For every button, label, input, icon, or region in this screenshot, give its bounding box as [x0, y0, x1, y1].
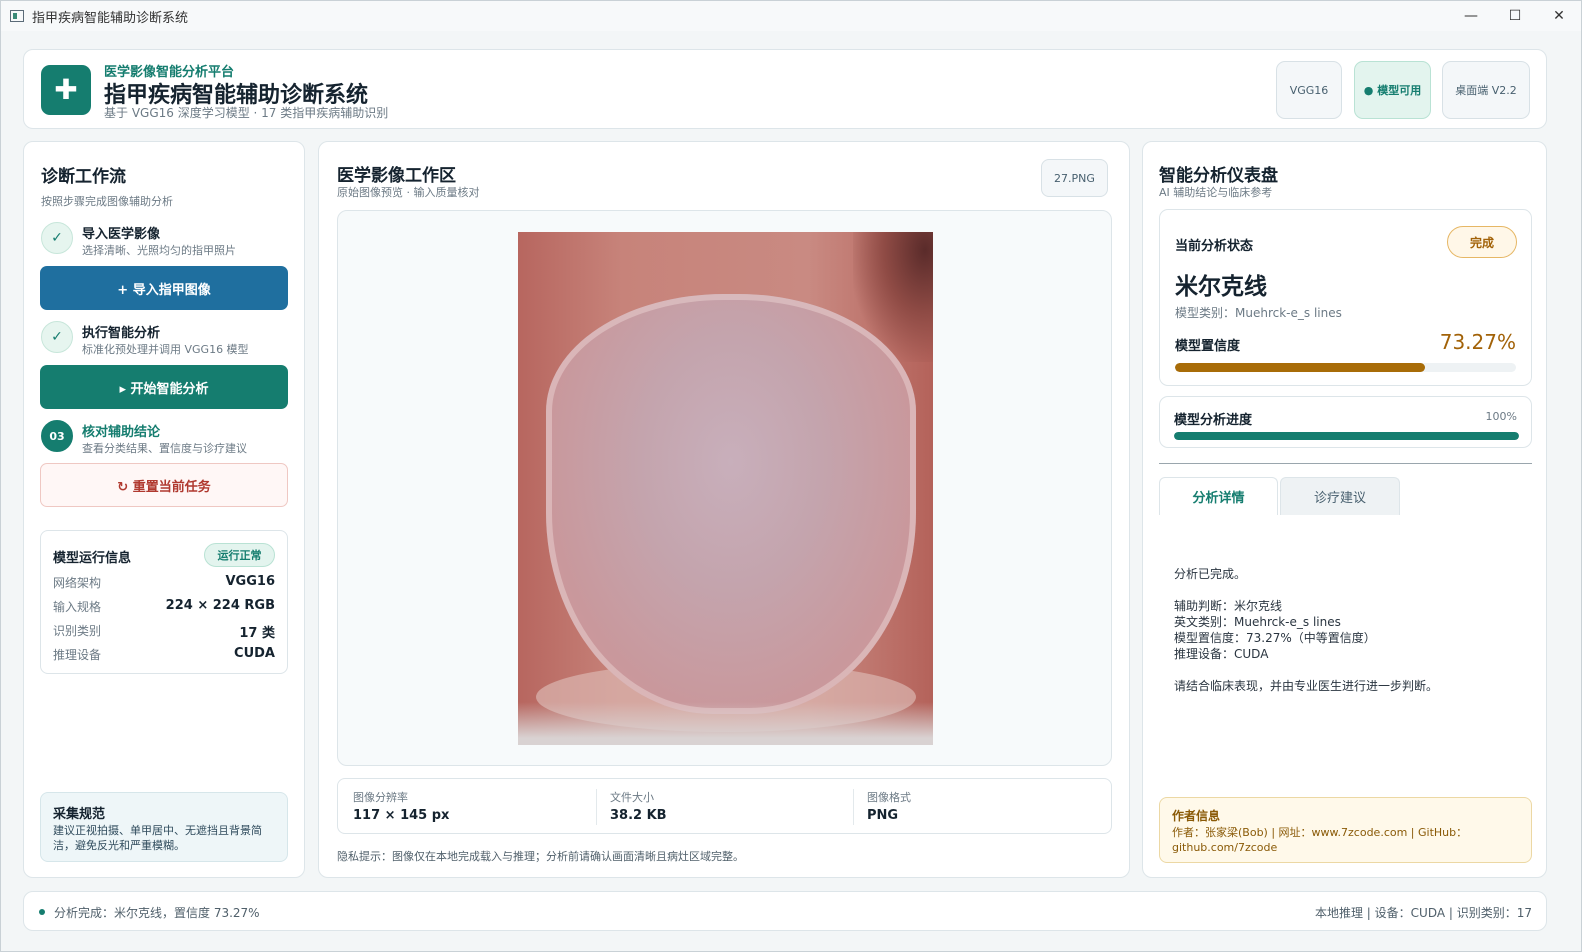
progress-bar: [1174, 432, 1519, 440]
dashboard-title: 智能分析仪表盘: [1159, 166, 1278, 186]
start-analysis-button[interactable]: ▸ 开始智能分析: [40, 365, 288, 409]
info-value: 224 × 224 RGB: [165, 598, 275, 613]
author-text: 作者：张家梁(Bob) | 网址：www.7zcode.com | GitHub…: [1172, 826, 1468, 854]
capture-guidelines: 采集规范 建议正视拍摄、单甲居中、无遮挡且背景简洁，避免反光和严重模糊。: [40, 792, 288, 862]
meta-key: 文件大小: [610, 791, 654, 804]
version-chip: 桌面端 V2.2: [1442, 61, 1530, 119]
header-subtitle: 基于 VGG16 深度学习模型 · 17 类指甲疾病辅助识别: [104, 106, 389, 120]
guidelines-title: 采集规范: [53, 807, 106, 822]
status-bar: 分析完成：米尔克线，置信度 73.27% 本地推理 | 设备：CUDA | 识别…: [23, 891, 1547, 931]
divider: [1159, 463, 1532, 464]
info-key: 识别类别: [53, 624, 102, 638]
meta-divider: [596, 789, 597, 825]
status-label: 当前分析状态: [1175, 239, 1254, 254]
check-icon: ✓: [41, 222, 73, 254]
tab-treatment-advice[interactable]: 诊疗建议: [1280, 477, 1400, 515]
analysis-dashboard: 智能分析仪表盘 AI 辅助结论与临床参考 当前分析状态 完成 米尔克线 模型类别…: [1142, 141, 1547, 878]
check-icon: ✓: [41, 321, 73, 353]
status-badge: 完成: [1447, 226, 1517, 258]
image-viewer[interactable]: [337, 210, 1112, 766]
maximize-button[interactable]: ☐: [1493, 1, 1537, 31]
analysis-progress-card: 模型分析进度 100%: [1159, 396, 1532, 448]
meta-value: 117 × 145 px: [353, 808, 450, 823]
step-title: 执行智能分析: [82, 326, 161, 341]
info-key: 推理设备: [53, 648, 102, 662]
reset-task-button[interactable]: ↻ 重置当前任务: [40, 463, 288, 507]
window-controls: — ☐ ✕: [1449, 1, 1581, 31]
workflow-subtitle: 按照步骤完成图像辅助分析: [41, 195, 173, 208]
status-dot-icon: [39, 909, 45, 915]
meta-format: 图像格式 PNG: [867, 789, 911, 823]
window-title: 指甲疾病智能辅助诊断系统: [32, 10, 189, 26]
close-button[interactable]: ✕: [1537, 1, 1581, 31]
workflow-title: 诊断工作流: [41, 167, 126, 187]
model-info-row: 网络架构 VGG16: [53, 574, 275, 592]
medical-cross-icon: ✚: [41, 65, 91, 115]
info-value: 17 类: [239, 626, 275, 641]
step-analyze: ✓ 执行智能分析 标准化预处理并调用 VGG16 模型: [41, 321, 291, 356]
step-import: ✓ 导入医学影像 选择清晰、光照均匀的指甲照片: [41, 222, 291, 257]
nail-image: [518, 232, 933, 745]
model-info-row: 识别类别 17 类: [53, 622, 275, 641]
model-category: 模型类别：Muehrck-e_s lines: [1175, 306, 1342, 320]
model-info-card: 模型运行信息 运行正常 网络架构 VGG16 输入规格 224 × 224 RG…: [40, 530, 288, 674]
author-title: 作者信息: [1172, 809, 1221, 823]
diagnosis-result: 米尔克线: [1175, 274, 1267, 300]
file-name-chip: 27.PNG: [1041, 159, 1108, 197]
info-value: CUDA: [234, 646, 275, 661]
step-number-badge: 03: [41, 420, 73, 452]
confidence-bar-fill: [1175, 363, 1425, 372]
guidelines-text: 建议正视拍摄、单甲居中、无遮挡且背景简洁，避免反光和严重模糊。: [53, 824, 262, 852]
workspace-title: 医学影像工作区: [337, 166, 456, 186]
info-key: 输入规格: [53, 600, 102, 614]
app-icon: [10, 10, 24, 22]
model-name-chip: VGG16: [1276, 61, 1342, 119]
status-info: 本地推理 | 设备：CUDA | 识别类别：17: [1314, 906, 1532, 920]
model-info-row: 推理设备 CUDA: [53, 646, 275, 664]
author-info: 作者信息 作者：张家梁(Bob) | 网址：www.7zcode.com | G…: [1159, 797, 1532, 863]
confidence-bar: [1175, 363, 1516, 372]
analysis-detail-text: 分析已完成。 辅助判断：米尔克线 英文类别：Muehrck-e_s lines …: [1174, 567, 1439, 693]
title-bar: 指甲疾病智能辅助诊断系统 — ☐ ✕: [1, 1, 1581, 31]
meta-value: PNG: [867, 808, 899, 823]
privacy-notice: 隐私提示：图像仅在本地完成载入与推理；分析前请确认画面清晰且病灶区域完整。: [337, 850, 744, 863]
app-header: ✚ 医学影像智能分析平台 指甲疾病智能辅助诊断系统 基于 VGG16 深度学习模…: [23, 49, 1547, 129]
status-message: 分析完成：米尔克线，置信度 73.27%: [54, 906, 260, 920]
import-image-button[interactable]: + 导入指甲图像: [40, 266, 288, 310]
progress-bar-fill: [1174, 432, 1519, 440]
step-desc: 标准化预处理并调用 VGG16 模型: [82, 343, 249, 356]
dashboard-subtitle: AI 辅助结论与临床参考: [1159, 186, 1273, 199]
step-desc: 查看分类结果、置信度与诊疗建议: [82, 442, 247, 455]
meta-resolution: 图像分辨率 117 × 145 px: [353, 789, 449, 823]
meta-file-size: 文件大小 38.2 KB: [610, 789, 667, 823]
step-title: 导入医学影像: [82, 227, 161, 242]
image-workspace: 医学影像工作区 原始图像预览 · 输入质量核对 27.PNG 图像分辨率 117…: [318, 141, 1130, 878]
model-info-row: 输入规格 224 × 224 RGB: [53, 598, 275, 616]
model-info-title: 模型运行信息: [53, 551, 132, 566]
info-key: 网络架构: [53, 576, 102, 590]
progress-label: 模型分析进度: [1174, 413, 1253, 428]
step-review: 03 核对辅助结论 查看分类结果、置信度与诊疗建议: [41, 420, 291, 455]
meta-divider: [853, 789, 854, 825]
model-info-status-badge: 运行正常: [204, 543, 275, 567]
model-status-chip: ● 模型可用: [1354, 61, 1431, 119]
app-window: 指甲疾病智能辅助诊断系统 — ☐ ✕ ✚ 医学影像智能分析平台 指甲疾病智能辅助…: [0, 0, 1582, 952]
workspace-subtitle: 原始图像预览 · 输入质量核对: [337, 186, 480, 199]
image-meta-bar: 图像分辨率 117 × 145 px 文件大小 38.2 KB 图像格式 PNG: [337, 778, 1112, 834]
confidence-value: 73.27%: [1439, 330, 1516, 354]
meta-key: 图像格式: [867, 791, 911, 804]
analysis-status-card: 当前分析状态 完成 米尔克线 模型类别：Muehrck-e_s lines 模型…: [1159, 209, 1532, 386]
confidence-label: 模型置信度: [1175, 339, 1241, 354]
minimize-button[interactable]: —: [1449, 1, 1493, 31]
progress-percent: 100%: [1485, 410, 1517, 423]
info-value: VGG16: [225, 574, 276, 589]
workflow-panel: 诊断工作流 按照步骤完成图像辅助分析 ✓ 导入医学影像 选择清晰、光照均匀的指甲…: [23, 141, 305, 878]
step-desc: 选择清晰、光照均匀的指甲照片: [82, 244, 236, 257]
tab-analysis-details[interactable]: 分析详情: [1159, 477, 1278, 515]
meta-value: 38.2 KB: [610, 808, 667, 823]
meta-key: 图像分辨率: [353, 791, 408, 804]
step-title: 核对辅助结论: [82, 425, 161, 440]
